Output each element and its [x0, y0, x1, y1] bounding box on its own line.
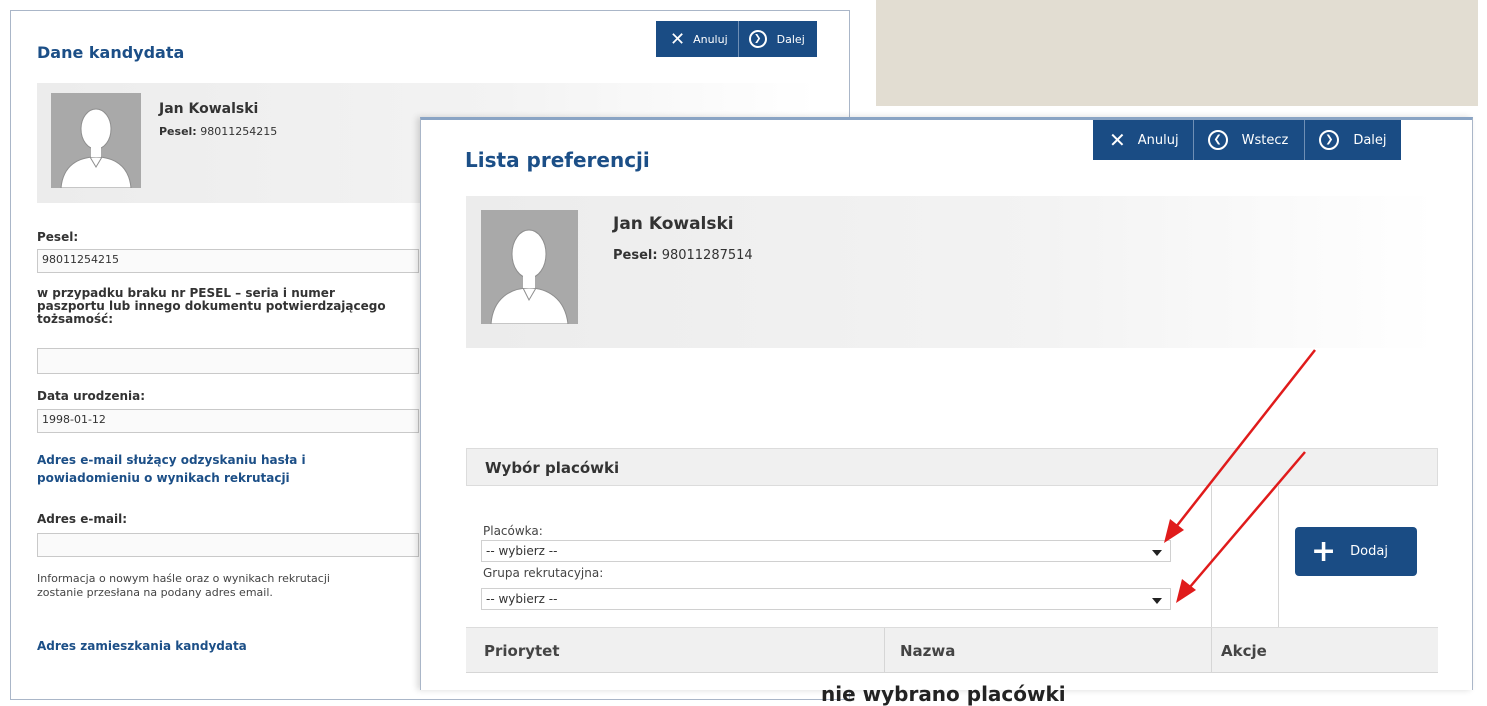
close-icon: ✕ — [670, 28, 686, 50]
column-header-priority[interactable]: Priorytet — [484, 642, 560, 660]
plus-icon: + — [1311, 533, 1337, 569]
pesel-field-label: Pesel: — [37, 230, 79, 244]
passport-label-line3: tożsamość: — [37, 312, 114, 326]
pesel-value: 98011254215 — [200, 125, 278, 138]
birthdate-field-label: Data urodzenia: — [37, 389, 146, 403]
back-button-label: Wstecz — [1241, 132, 1289, 148]
cancel-button[interactable]: ✕ Anuluj — [1093, 120, 1193, 160]
address-section-heading: Adres zamieszkania kandydata — [37, 639, 247, 653]
divider — [1211, 486, 1212, 627]
page-title: Dane kandydata — [37, 43, 185, 62]
avatar — [51, 93, 141, 188]
email-info-line1: Informacja o nowym haśle oraz o wynikach… — [37, 572, 330, 585]
person-silhouette-icon — [490, 229, 569, 324]
candidate-card: Jan Kowalski Pesel: 98011287514 — [466, 196, 1436, 348]
candidate-name: Jan Kowalski — [159, 101, 259, 117]
candidate-pesel: Pesel: 98011287514 — [613, 248, 753, 263]
passport-input[interactable] — [37, 348, 419, 374]
email-heading-line2: powiadomieniu o wynikach rekrutacji — [37, 471, 290, 485]
divider — [466, 672, 1438, 673]
passport-field-label: w przypadku braku nr PESEL – seria i num… — [37, 287, 386, 326]
dropdown-caret-icon — [1152, 598, 1162, 604]
preferences-panel: Lista preferencji ✕ Anuluj ❮ Wstecz ❯ Da… — [420, 117, 1473, 706]
next-button[interactable]: ❯ Dalej — [1304, 120, 1400, 160]
toolbar: ✕ Anuluj ❯ Dalej — [656, 21, 817, 57]
facility-selection-header: Wybór placówki — [466, 448, 1438, 486]
facility-select-value: -- wybierz -- — [486, 544, 558, 558]
pesel-label: Pesel: — [613, 248, 658, 263]
next-button[interactable]: ❯ Dalej — [737, 21, 817, 57]
candidate-name: Jan Kowalski — [613, 214, 734, 234]
person-silhouette-icon — [60, 108, 132, 188]
divider — [1211, 628, 1212, 673]
close-icon: ✕ — [1109, 128, 1126, 152]
email-info-text: Informacja o nowym haśle oraz o wynikach… — [37, 572, 330, 600]
email-input[interactable] — [37, 533, 419, 557]
facility-label: Placówka: — [483, 524, 543, 538]
pesel-value: 98011287514 — [661, 248, 753, 263]
next-button-label: Dalej — [776, 32, 805, 46]
background-region — [876, 0, 1478, 106]
column-header-actions: Akcje — [1221, 642, 1267, 660]
divider — [1278, 486, 1279, 627]
cancel-button-label: Anuluj — [693, 32, 728, 46]
page-title: Lista preferencji — [465, 148, 650, 172]
email-section-heading: Adres e-mail służący odzyskaniu hasła i … — [37, 451, 306, 487]
toolbar: ✕ Anuluj ❮ Wstecz ❯ Dalej — [1093, 120, 1401, 160]
back-button[interactable]: ❮ Wstecz — [1192, 120, 1305, 160]
add-button-label: Dodaj — [1350, 544, 1388, 559]
add-button[interactable]: + Dodaj — [1295, 527, 1417, 576]
cancel-button[interactable]: ✕ Anuluj — [656, 21, 738, 57]
avatar — [481, 210, 578, 324]
chevron-right-icon: ❯ — [1319, 130, 1340, 150]
column-header-name[interactable]: Nazwa — [900, 642, 955, 660]
recruitment-group-label: Grupa rekrutacyjna: — [483, 566, 604, 580]
chevron-left-icon: ❮ — [1207, 130, 1228, 150]
recruitment-group-select[interactable]: -- wybierz -- — [481, 588, 1171, 610]
chevron-right-icon: ❯ — [748, 30, 767, 48]
pesel-label: Pesel: — [159, 125, 197, 138]
email-field-label: Adres e-mail: — [37, 512, 127, 526]
divider — [884, 628, 885, 673]
facility-select[interactable]: -- wybierz -- — [481, 540, 1171, 562]
next-button-label: Dalej — [1353, 132, 1387, 148]
pesel-input[interactable]: 98011254215 — [37, 249, 419, 273]
dropdown-caret-icon — [1152, 550, 1162, 556]
empty-table-message: nie wybrano placówki — [821, 682, 1066, 706]
preferences-table-header: Priorytet Nazwa Akcje — [466, 627, 1438, 673]
candidate-pesel: Pesel: 98011254215 — [159, 125, 277, 138]
email-info-line2: zostanie przesłana na podany adres email… — [37, 586, 273, 599]
email-heading-line1: Adres e-mail służący odzyskaniu hasła i — [37, 453, 306, 467]
recruitment-group-select-value: -- wybierz -- — [486, 592, 558, 606]
birthdate-input[interactable]: 1998-01-12 — [37, 409, 419, 433]
cancel-button-label: Anuluj — [1137, 132, 1179, 148]
